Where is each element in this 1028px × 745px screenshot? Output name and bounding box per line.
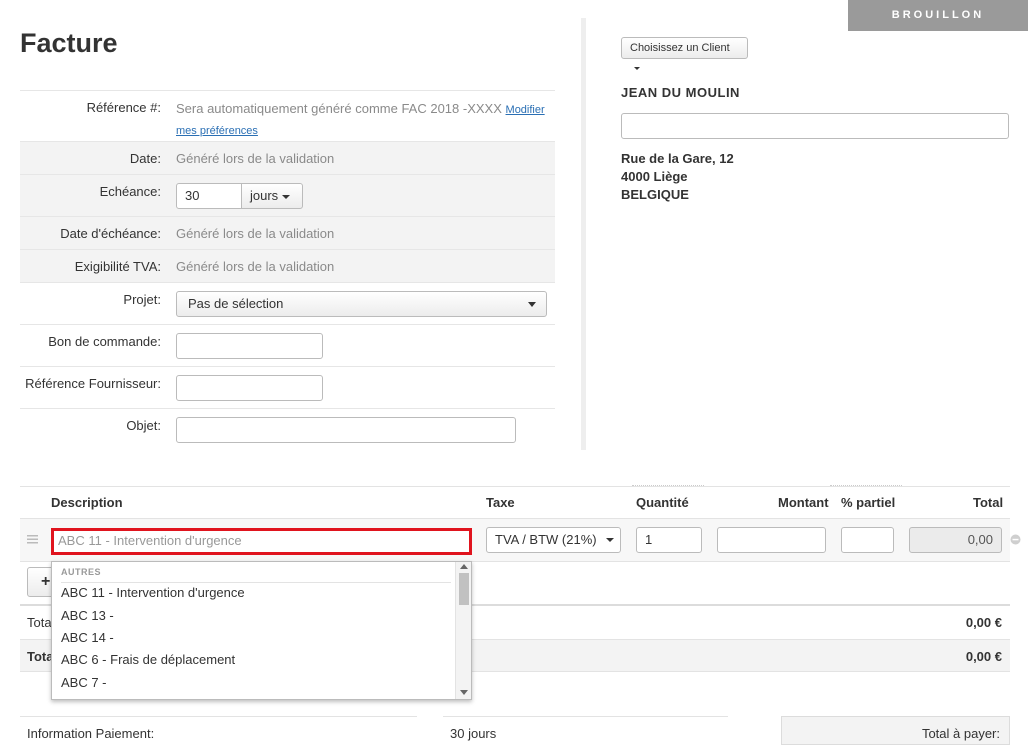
- exigibilite-value: Généré lors de la validation: [176, 259, 335, 274]
- exigibilite-label: Exigibilité TVA:: [74, 259, 161, 274]
- date-echeance-row: Date d'échéance: Généré lors de la valid…: [20, 216, 555, 249]
- client-field[interactable]: [621, 113, 1009, 139]
- bon-commande-label: Bon de commande:: [48, 334, 161, 349]
- choose-client-label: Choisissez un Client: [630, 42, 730, 54]
- caret-down-icon: [634, 66, 640, 70]
- header-description: Description: [51, 495, 123, 510]
- reference-row: Référence #: Sera automatiquement généré…: [20, 90, 555, 141]
- header-quantite: Quantité: [636, 495, 689, 510]
- description-autocomplete-dropdown: AUTRES ABC 11 - Intervention d'urgence A…: [51, 561, 472, 700]
- total-label: Tota: [27, 649, 54, 664]
- bon-commande-row: Bon de commande:: [20, 324, 555, 366]
- header-montant: Montant: [778, 495, 829, 510]
- drag-handle-icon[interactable]: [27, 535, 38, 544]
- caret-down-icon: [528, 302, 536, 307]
- header-partiel: % partiel: [841, 495, 896, 510]
- scrollbar-thumb[interactable]: [459, 573, 469, 605]
- quantite-input[interactable]: 1: [636, 527, 702, 553]
- total-value: 0,00 €: [965, 615, 1002, 630]
- payment-divider: [20, 716, 417, 717]
- date-value: Généré lors de la validation: [176, 151, 335, 166]
- projet-row: Projet: Pas de sélection: [20, 282, 555, 324]
- projet-label: Projet:: [123, 292, 161, 307]
- client-name: JEAN DU MOULIN: [621, 85, 740, 100]
- ref-fournisseur-label: Référence Fournisseur:: [25, 376, 161, 391]
- scroll-up-icon[interactable]: [460, 564, 468, 569]
- montant-input[interactable]: [717, 527, 826, 553]
- objet-row: Objet:: [20, 408, 555, 450]
- ref-fournisseur-row: Référence Fournisseur:: [20, 366, 555, 408]
- dropdown-scrollbar[interactable]: [455, 562, 471, 699]
- exigibilite-row: Exigibilité TVA: Généré lors de la valid…: [20, 249, 555, 282]
- header-underline: [632, 485, 704, 486]
- dropdown-group-divider: [61, 582, 451, 583]
- echeance-input[interactable]: 30: [176, 183, 242, 209]
- column-divider: [581, 18, 586, 450]
- description-input[interactable]: ABC 11 - Intervention d'urgence: [51, 528, 472, 555]
- taxe-select[interactable]: TVA / BTW (21%): [486, 527, 621, 553]
- total-label: Tota: [27, 615, 52, 630]
- projet-select[interactable]: Pas de sélection: [176, 291, 547, 317]
- echeance-unit-dropdown[interactable]: jours: [241, 183, 303, 209]
- status-badge: BROUILLON: [848, 0, 1028, 31]
- date-echeance-label: Date d'échéance:: [60, 226, 161, 241]
- dropdown-option[interactable]: ABC 11 - Intervention d'urgence: [61, 585, 245, 600]
- caret-down-icon: [606, 538, 614, 542]
- my-preferences-link[interactable]: mes préférences: [176, 125, 258, 137]
- header-underline: [830, 485, 902, 486]
- dropdown-option[interactable]: ABC 14 -: [61, 630, 114, 645]
- total-value: 0,00 €: [965, 649, 1002, 664]
- address-line: 4000 Liège: [621, 169, 688, 184]
- total-to-pay-label: Total à payer:: [921, 726, 1000, 741]
- taxe-select-value: TVA / BTW (21%): [495, 532, 597, 547]
- projet-select-value: Pas de sélection: [188, 296, 284, 311]
- payment-divider: [443, 716, 728, 717]
- echeance-unit-label: jours: [250, 188, 279, 203]
- scroll-down-icon[interactable]: [460, 690, 468, 695]
- address-line: BELGIQUE: [621, 187, 689, 202]
- echeance-row: Echéance: 30 jours: [20, 174, 555, 216]
- header-total: Total: [973, 495, 1004, 510]
- objet-label: Objet:: [126, 418, 161, 433]
- address-line: Rue de la Gare, 12: [621, 151, 734, 166]
- date-echeance-value: Généré lors de la validation: [176, 226, 335, 241]
- dropdown-option[interactable]: ABC 13 -: [61, 608, 114, 623]
- reference-label: Référence #:: [86, 100, 161, 115]
- echeance-label: Echéance:: [99, 184, 161, 199]
- date-row: Date: Généré lors de la validation: [20, 141, 555, 174]
- objet-input[interactable]: [176, 417, 516, 443]
- payment-value: 30 jours: [450, 726, 497, 741]
- date-label: Date:: [129, 151, 161, 166]
- total-field: 0,00: [909, 527, 1002, 553]
- header-taxe: Taxe: [486, 495, 515, 510]
- bon-commande-input[interactable]: [176, 333, 323, 359]
- partiel-input[interactable]: [841, 527, 894, 553]
- modify-preferences-link[interactable]: Modifier: [506, 104, 545, 116]
- dropdown-group-label: AUTRES: [61, 567, 102, 577]
- reference-value: Sera automatiquement généré comme FAC 20…: [176, 101, 502, 116]
- total-to-pay-box: Total à payer:: [781, 716, 1010, 745]
- dropdown-option[interactable]: ABC 7 -: [61, 675, 107, 690]
- lines-top-border: [20, 486, 1010, 487]
- remove-line-icon[interactable]: [1010, 534, 1021, 545]
- payment-label: Information Paiement:: [27, 726, 155, 741]
- dropdown-option[interactable]: ABC 6 - Frais de déplacement: [61, 652, 235, 667]
- choose-client-button[interactable]: Choisissez un Client: [621, 37, 748, 70]
- ref-fournisseur-input[interactable]: [176, 375, 323, 401]
- page-title: Facture: [20, 28, 118, 58]
- client-address: Rue de la Gare, 12 4000 Liège BELGIQUE: [621, 150, 734, 204]
- caret-down-icon: [282, 194, 291, 199]
